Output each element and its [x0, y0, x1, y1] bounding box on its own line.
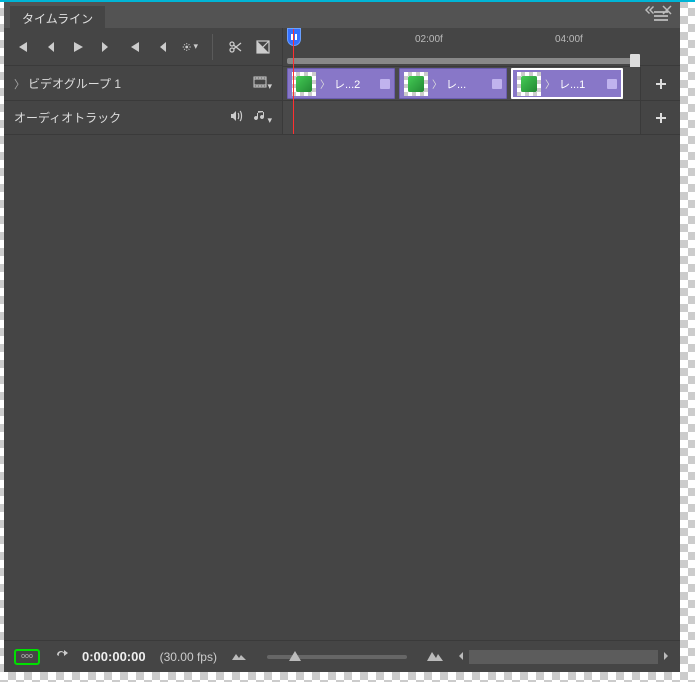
fps-display: (30.00 fps)	[160, 650, 217, 664]
prev-frame-button[interactable]	[42, 39, 58, 55]
toolbar-divider	[212, 34, 213, 60]
panel-body: ▾ 02:00f 04:00f	[4, 28, 680, 672]
transition-button[interactable]	[255, 39, 271, 55]
settings-button[interactable]: ▾	[182, 39, 198, 55]
video-track-header[interactable]: 〉 ビデオグループ 1 ▾	[4, 67, 282, 101]
add-video-track-button[interactable]	[640, 67, 680, 101]
filmstrip-icon[interactable]: ▾	[253, 75, 272, 92]
work-area-end-handle[interactable]	[630, 54, 640, 68]
loop-toggle-button[interactable]	[154, 39, 170, 55]
chevron-right-icon: 〉	[545, 76, 555, 91]
right-gutter	[640, 28, 680, 66]
tab-timeline[interactable]: タイムライン	[10, 6, 105, 28]
video-track-name: ビデオグループ 1	[28, 75, 247, 92]
zoom-slider[interactable]	[267, 655, 407, 659]
current-time-display[interactable]: 0:00:00:00	[82, 649, 146, 664]
scrollbar-thumb[interactable]	[469, 650, 658, 664]
clip-label: レ...	[446, 76, 488, 92]
highlighted-footer-button[interactable]: ooo	[14, 649, 40, 665]
clip-label: レ...2	[334, 76, 376, 92]
music-note-icon[interactable]: ▾	[253, 109, 272, 126]
add-audio-track-button[interactable]	[640, 101, 680, 135]
collapse-icon[interactable]	[644, 5, 654, 18]
split-clip-button[interactable]	[227, 39, 243, 55]
scroll-right-button[interactable]	[662, 651, 670, 663]
clip-thumbnail	[517, 72, 541, 96]
close-icon[interactable]	[662, 5, 672, 18]
chevron-right-icon[interactable]: 〉	[14, 76, 22, 92]
clip[interactable]: 〉 レ...2	[287, 68, 395, 99]
timeline-panel: タイムライン ▾	[4, 2, 680, 672]
clip[interactable]: 〉 レ...	[399, 68, 507, 99]
playback-toolbar: ▾	[4, 28, 282, 66]
footer-bar: ooo 0:00:00:00 (30.00 fps)	[4, 640, 680, 672]
tab-bar: タイムライン	[4, 2, 680, 28]
audio-track-header[interactable]: オーディオトラック ▾	[4, 101, 282, 135]
chevron-right-icon: 〉	[320, 76, 330, 91]
clip-properties-icon[interactable]	[607, 79, 617, 89]
ruler-tick: 04:00f	[555, 34, 583, 45]
zoom-in-icon[interactable]	[427, 649, 443, 664]
clip-label: レ...1	[559, 76, 603, 92]
play-button[interactable]	[70, 39, 86, 55]
audio-track-name: オーディオトラック	[14, 109, 223, 126]
empty-timeline-area	[4, 135, 680, 640]
playhead-marker[interactable]	[287, 28, 301, 46]
redo-arrow-icon[interactable]	[54, 648, 68, 665]
go-to-end-button[interactable]	[126, 39, 142, 55]
clip-properties-icon[interactable]	[380, 79, 390, 89]
clip-properties-icon[interactable]	[492, 79, 502, 89]
horizontal-scrollbar[interactable]	[469, 650, 658, 664]
speaker-icon[interactable]	[229, 109, 243, 126]
scroll-left-button[interactable]	[457, 651, 465, 663]
zoom-out-icon[interactable]	[231, 649, 247, 664]
video-track-lane[interactable]: 〉 レ...2 〉 レ... 〉 レ...1	[282, 67, 640, 101]
go-to-start-button[interactable]	[14, 39, 30, 55]
next-frame-button[interactable]	[98, 39, 114, 55]
work-area-bar[interactable]	[287, 58, 632, 64]
clip-thumbnail	[404, 72, 428, 96]
audio-track-lane[interactable]	[282, 101, 640, 135]
ruler-tick: 02:00f	[415, 34, 443, 45]
clip[interactable]: 〉 レ...1	[511, 68, 623, 99]
chevron-right-icon: 〉	[432, 76, 442, 91]
time-ruler[interactable]: 02:00f 04:00f	[283, 28, 640, 66]
clip-thumbnail	[292, 72, 316, 96]
